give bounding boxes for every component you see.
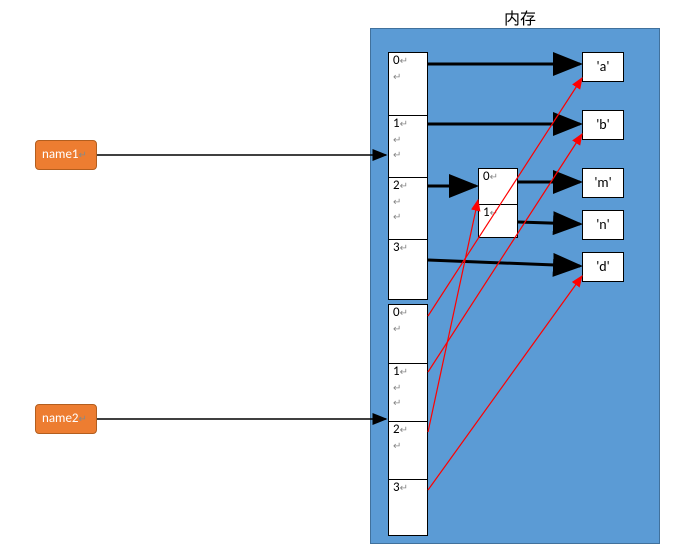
inner-array-column: 0↵ 1↵ — [478, 168, 518, 238]
array1-index-0: 0 — [393, 53, 400, 68]
para-mark-icon: ↵ — [400, 179, 408, 192]
array1-index-2: 2 — [393, 178, 400, 193]
para-mark-icon: ↵ — [393, 210, 401, 223]
value-box-n: 'n' — [582, 210, 624, 240]
value-box-m: 'm' — [582, 168, 624, 198]
para-mark-icon: ↵ — [400, 117, 408, 130]
array2-index-0: 0 — [393, 305, 400, 320]
inner-index-0: 0 — [483, 169, 490, 184]
value-box-d: 'd' — [582, 252, 624, 282]
array2-cell-1: 1↵↵↵ — [389, 363, 427, 421]
inner-cell-1: 1↵ — [479, 204, 517, 239]
para-mark-icon: ↵ — [393, 148, 401, 161]
array1-column: 0↵↵ 1↵↵↵ 2↵↵↵ 3↵ — [388, 52, 428, 300]
para-mark-icon: ↵ — [393, 439, 401, 452]
value-box-a: 'a' — [582, 52, 624, 82]
array2-column: 0↵↵ 1↵↵↵ 2↵↵ 3↵ — [388, 304, 428, 536]
memory-title: 内存 — [370, 5, 670, 29]
para-mark-icon: ↵ — [400, 423, 408, 436]
array1-index-3: 3 — [393, 240, 400, 255]
var-label-name1: name1 — [42, 147, 79, 162]
array1-cell-3: 3↵ — [389, 239, 427, 301]
para-mark-icon: ↵ — [393, 381, 401, 394]
array2-cell-2: 2↵↵ — [389, 421, 427, 479]
para-mark-icon: ↵ — [393, 396, 401, 409]
para-mark-icon: ↵ — [393, 70, 401, 83]
array1-cell-1: 1↵↵↵ — [389, 115, 427, 177]
array2-cell-0: 0↵↵ — [389, 305, 427, 363]
value-box-b: 'b' — [582, 110, 624, 140]
var-label-name2: name2 — [42, 411, 79, 426]
para-mark-icon: ↵ — [79, 148, 87, 161]
inner-cell-0: 0↵ — [479, 169, 517, 204]
para-mark-icon: ↵ — [400, 365, 408, 378]
var-tag-name1: name1↵ — [35, 140, 97, 170]
para-mark-icon: ↵ — [490, 170, 498, 183]
inner-index-1: 1 — [483, 205, 490, 220]
array1-index-1: 1 — [393, 116, 400, 131]
array1-cell-2: 2↵↵↵ — [389, 177, 427, 239]
para-mark-icon: ↵ — [490, 206, 498, 219]
array2-index-3: 3 — [393, 480, 400, 495]
array2-cell-3: 3↵ — [389, 479, 427, 537]
para-mark-icon: ↵ — [393, 195, 401, 208]
para-mark-icon: ↵ — [400, 54, 408, 67]
para-mark-icon: ↵ — [79, 412, 87, 425]
para-mark-icon: ↵ — [400, 306, 408, 319]
para-mark-icon: ↵ — [393, 322, 401, 335]
array2-index-1: 1 — [393, 364, 400, 379]
para-mark-icon: ↵ — [400, 241, 408, 254]
array1-cell-0: 0↵↵ — [389, 53, 427, 115]
array2-index-2: 2 — [393, 422, 400, 437]
para-mark-icon: ↵ — [393, 133, 401, 146]
para-mark-icon: ↵ — [400, 481, 408, 494]
var-tag-name2: name2↵ — [35, 404, 97, 434]
